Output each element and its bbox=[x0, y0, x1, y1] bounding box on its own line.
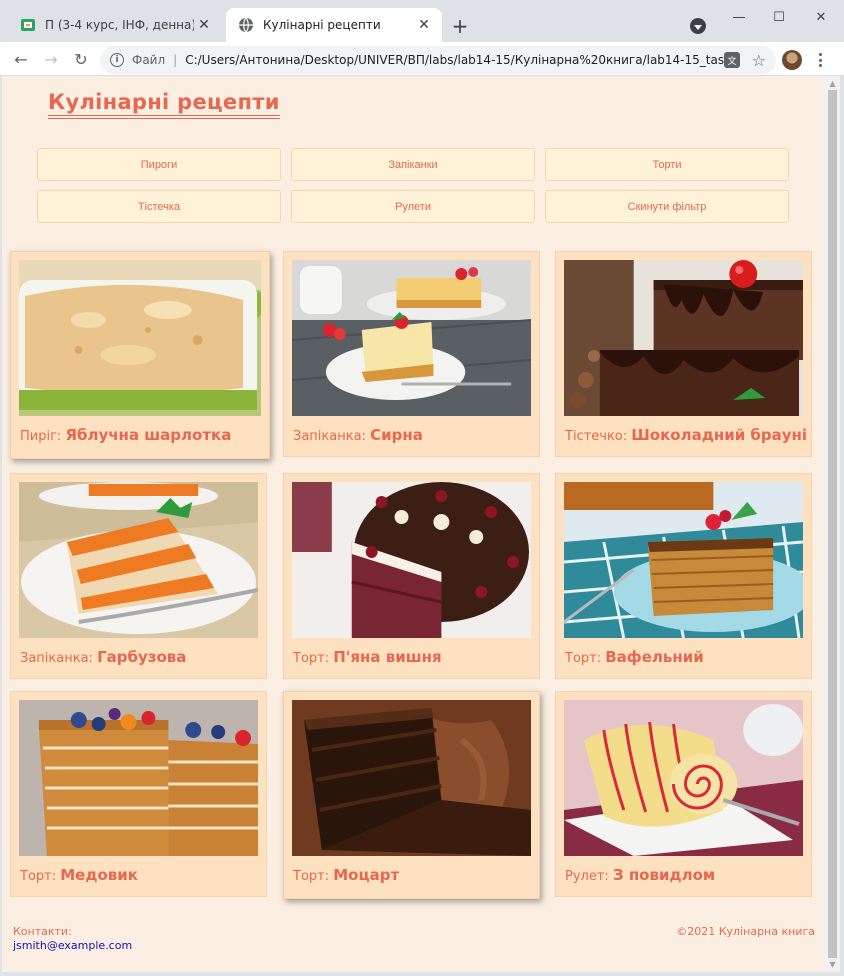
recipe-photo-charlotte bbox=[19, 260, 261, 416]
tab-title: Кулінарні рецепти bbox=[263, 18, 381, 32]
recipe-category: Рулет: bbox=[565, 869, 609, 884]
recipe-name: Яблучна шарлотка bbox=[65, 426, 232, 444]
reset-filter-button[interactable]: Скинути фільтр bbox=[545, 190, 789, 223]
recipe-category: Торт: bbox=[293, 869, 330, 884]
recipe-card[interactable]: Торт: Вафельний bbox=[555, 473, 812, 679]
recipe-card[interactable]: Запіканка: Гарбузова bbox=[10, 473, 267, 679]
recipe-name: Вафельний bbox=[605, 648, 704, 666]
recipe-name: Гарбузова bbox=[97, 648, 187, 666]
tab-title: П (3-4 курс, ІНФ, денна): Лабора bbox=[45, 18, 194, 32]
recipe-name: Шоколадний брауні bbox=[631, 426, 808, 444]
filter-button-pies[interactable]: Пироги bbox=[37, 148, 281, 181]
recipe-photo-mozart bbox=[292, 700, 531, 856]
minimize-button[interactable]: — bbox=[724, 6, 754, 28]
recipe-caption: Запіканка: Сирна bbox=[293, 426, 423, 444]
tab-recipes[interactable]: Кулінарні рецепти ✕ bbox=[226, 8, 442, 42]
recipe-photo-jam-roll bbox=[564, 700, 803, 856]
tab-close-icon[interactable]: ✕ bbox=[414, 15, 434, 35]
filter-button-cakes[interactable]: Торти bbox=[545, 148, 789, 181]
address-scheme: Файл bbox=[132, 53, 166, 67]
recipe-name: Моцарт bbox=[333, 866, 400, 884]
contact-email-link[interactable]: jsmith@example.com bbox=[13, 939, 132, 953]
recipe-category: Торт: bbox=[293, 651, 330, 666]
page-viewport: Кулінарні рецепти Пироги Запіканки Торти… bbox=[2, 76, 825, 972]
recipe-category: Торт: bbox=[20, 869, 57, 884]
globe-icon bbox=[238, 17, 254, 33]
info-icon[interactable]: i bbox=[110, 53, 124, 67]
tab-close-icon[interactable]: ✕ bbox=[194, 15, 214, 35]
recipe-card[interactable]: Пиріг: Яблучна шарлотка bbox=[10, 251, 270, 459]
footer-copyright: ©2021 Кулінарна книга bbox=[676, 925, 815, 938]
close-window-button[interactable]: ✕ bbox=[806, 6, 836, 28]
recipe-photo-cheesecake bbox=[292, 260, 531, 416]
recipe-caption: Торт: Медовик bbox=[20, 866, 138, 884]
recipe-card[interactable]: Торт: Моцарт bbox=[283, 691, 540, 899]
recipe-card[interactable]: Торт: Медовик bbox=[10, 691, 267, 897]
menu-dots-icon[interactable] bbox=[812, 51, 828, 69]
recipe-caption: Торт: Моцарт bbox=[293, 866, 399, 884]
forward-arrow-icon[interactable]: → bbox=[40, 48, 62, 70]
translate-icon[interactable]: 文 bbox=[724, 52, 740, 68]
scroll-down-arrow-icon[interactable]: ▼ bbox=[825, 957, 840, 972]
recipe-card[interactable]: Торт: П'яна вишня bbox=[283, 473, 540, 679]
recipe-name: Сирна bbox=[370, 426, 423, 444]
moodle-icon bbox=[20, 17, 36, 33]
recipe-card[interactable]: Тістечко: Шоколадний брауні bbox=[555, 251, 812, 457]
browser-titlebar: П (3-4 курс, ІНФ, денна): Лабора ✕ Кулін… bbox=[0, 0, 844, 42]
back-arrow-icon[interactable]: ← bbox=[10, 48, 32, 70]
browser-toolbar: ← → ↻ i Файл | C:/Users/Антонина/Desktop… bbox=[0, 42, 844, 76]
address-url[interactable]: C:/Users/Антонина/Desktop/UNIVER/ВП/labs… bbox=[185, 53, 725, 67]
recipe-photo-pumpkin bbox=[19, 482, 258, 638]
profile-avatar[interactable] bbox=[782, 50, 802, 70]
recipe-caption: Торт: Вафельний bbox=[565, 648, 704, 666]
reload-icon[interactable]: ↻ bbox=[70, 48, 92, 70]
recipe-caption: Пиріг: Яблучна шарлотка bbox=[20, 426, 231, 444]
page-title: Кулінарні рецепти bbox=[48, 90, 280, 119]
recipe-photo-brownie bbox=[564, 260, 803, 416]
filter-button-pastries[interactable]: Тістечка bbox=[37, 190, 281, 223]
recipe-name: З повидлом bbox=[612, 866, 716, 884]
filter-buttons: Пироги Запіканки Торти Тістечка Рулети С… bbox=[37, 148, 791, 223]
tab-lab-course[interactable]: П (3-4 курс, ІНФ, денна): Лабора ✕ bbox=[8, 8, 222, 42]
recipe-caption: Рулет: З повидлом bbox=[565, 866, 715, 884]
recipe-name: Медовик bbox=[60, 866, 138, 884]
contacts-label: Контакти: bbox=[13, 925, 72, 938]
address-bar[interactable]: i Файл | C:/Users/Антонина/Desktop/UNIVE… bbox=[100, 46, 776, 74]
filter-button-casseroles[interactable]: Запіканки bbox=[291, 148, 535, 181]
recipe-photo-drunk-cherry bbox=[292, 482, 531, 638]
scroll-up-arrow-icon[interactable]: ▲ bbox=[825, 76, 840, 91]
page-scrollbar[interactable]: ▲ ▼ bbox=[825, 76, 840, 972]
recipe-category: Запіканка: bbox=[293, 429, 366, 444]
recipe-category: Запіканка: bbox=[20, 651, 93, 666]
recipe-category: Пиріг: bbox=[20, 429, 62, 444]
recipe-category: Торт: bbox=[565, 651, 602, 666]
recipe-card[interactable]: Запіканка: Сирна bbox=[283, 251, 540, 457]
recipe-caption: Тістечко: Шоколадний брауні bbox=[565, 426, 807, 444]
new-tab-button[interactable]: + bbox=[448, 14, 472, 38]
recipe-caption: Торт: П'яна вишня bbox=[293, 648, 442, 666]
scrollbar-thumb[interactable] bbox=[828, 90, 837, 958]
recipe-photo-medovik bbox=[19, 700, 258, 856]
tab-search-icon[interactable] bbox=[690, 18, 706, 34]
recipe-name: П'яна вишня bbox=[333, 648, 442, 666]
maximize-button[interactable]: ☐ bbox=[764, 6, 794, 28]
bookmark-star-icon[interactable]: ☆ bbox=[752, 51, 766, 70]
recipe-caption: Запіканка: Гарбузова bbox=[20, 648, 186, 666]
address-separator: | bbox=[173, 53, 178, 67]
recipe-card[interactable]: Рулет: З повидлом bbox=[555, 691, 812, 897]
footer-contacts: Контакти: jsmith@example.com bbox=[13, 925, 132, 953]
recipe-category: Тістечко: bbox=[565, 429, 628, 444]
filter-button-rolls[interactable]: Рулети bbox=[291, 190, 535, 223]
recipe-photo-waffle-cake bbox=[564, 482, 803, 638]
